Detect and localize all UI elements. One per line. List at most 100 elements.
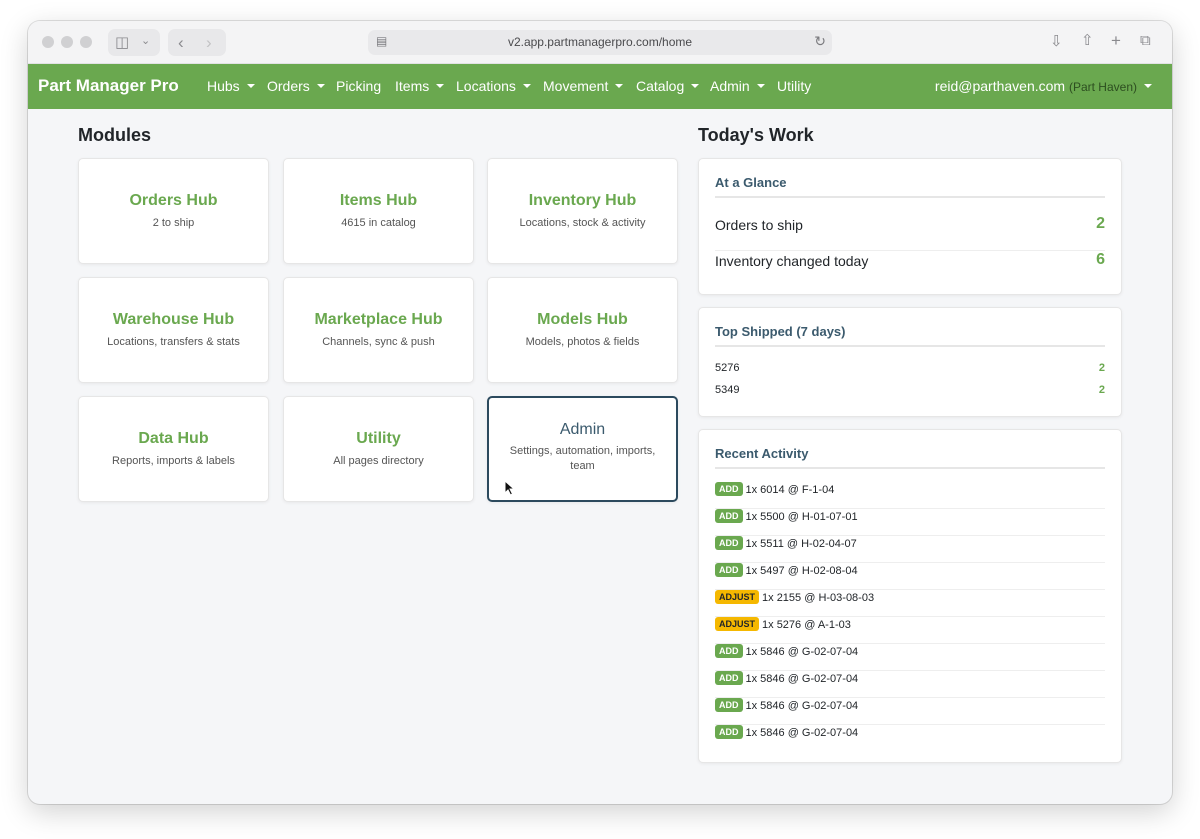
user-menu[interactable]: reid@parthaven.com (Part Haven)	[935, 78, 1152, 94]
module-title: Admin	[559, 421, 606, 438]
browser-toolbar: ◫ ⌄ ‹ › ▤ v2.app.partmanagerpro.com/home…	[28, 21, 1172, 64]
module-subtitle: Settings, automation, imports, team	[509, 445, 656, 472]
module-inventory-hub[interactable]: Inventory Hub Locations, stock & activit…	[487, 158, 678, 264]
share-icon[interactable]: ⇧	[1081, 33, 1094, 48]
shipped-item: 5276	[715, 362, 740, 374]
activity-row[interactable]: ADJUST 1x 5276 @ A-1-03	[715, 617, 1105, 644]
module-title: Marketplace Hub	[314, 311, 443, 328]
nav-locations[interactable]: Locations	[456, 78, 531, 94]
glance-row-orders[interactable]: Orders to ship 2	[715, 215, 1105, 251]
shipped-item: 5349	[715, 384, 740, 396]
module-data-hub[interactable]: Data Hub Reports, imports & labels	[78, 396, 269, 502]
module-subtitle: Reports, imports & labels	[112, 455, 235, 467]
address-bar[interactable]: ▤ v2.app.partmanagerpro.com/home ↻	[368, 30, 832, 55]
caret-down-icon	[756, 84, 765, 88]
minimize-window-button[interactable]	[61, 36, 73, 48]
module-title: Inventory Hub	[528, 192, 637, 209]
todays-work-heading: Today's Work	[698, 125, 814, 145]
module-utility[interactable]: Utility All pages directory	[283, 396, 474, 502]
caret-down-icon	[1144, 84, 1152, 88]
caret-down-icon	[522, 84, 531, 88]
nav-catalog-label: Catalog	[636, 78, 685, 94]
activity-text: 1x 5846 @ G-02-07-04	[745, 727, 859, 739]
glance-value: 2	[1096, 215, 1105, 232]
glance-row-inventory[interactable]: Inventory changed today 6	[715, 251, 1105, 287]
app-navbar: Part Manager Pro Hubs Orders Picking Ite…	[28, 64, 1172, 109]
module-orders-hub[interactable]: Orders Hub 2 to ship	[78, 158, 269, 264]
nav-items[interactable]: Items	[395, 78, 445, 94]
module-marketplace-hub[interactable]: Marketplace Hub Channels, sync & push	[283, 277, 474, 383]
caret-down-icon	[691, 84, 700, 88]
at-a-glance-card: At a Glance Orders to ship 2 Inventory c…	[698, 158, 1122, 295]
reload-icon[interactable]: ↻	[814, 33, 826, 50]
activity-row[interactable]: ADD 1x 5500 @ H-01-07-01	[715, 509, 1105, 536]
add-badge: ADD	[715, 725, 743, 739]
module-subtitle: Channels, sync & push	[322, 336, 435, 348]
add-badge: ADD	[715, 698, 743, 712]
add-badge: ADD	[715, 671, 743, 685]
caret-down-icon	[316, 84, 325, 88]
nav-catalog[interactable]: Catalog	[636, 78, 700, 94]
tab-overview-icon[interactable]: ⧉	[1140, 33, 1151, 48]
activity-text: 1x 5846 @ G-02-07-04	[745, 700, 859, 712]
forward-icon[interactable]: ›	[206, 34, 212, 51]
top-shipped-row[interactable]: 5276 2	[715, 362, 1105, 374]
module-items-hub[interactable]: Items Hub 4615 in catalog	[283, 158, 474, 264]
top-shipped-card: Top Shipped (7 days) 5276 2 5349 2	[698, 307, 1122, 417]
nav-movement-label: Movement	[543, 78, 609, 94]
nav-picking[interactable]: Picking	[336, 78, 381, 94]
nav-orders[interactable]: Orders	[267, 78, 325, 94]
address-url: v2.app.partmanagerpro.com/home	[507, 35, 693, 49]
activity-row[interactable]: ADD 1x 5846 @ G-02-07-04	[715, 671, 1105, 698]
sidebar-icon[interactable]: ◫	[115, 35, 129, 50]
module-title: Orders Hub	[129, 192, 218, 209]
activity-row[interactable]: ADJUST 1x 2155 @ H-03-08-03	[715, 590, 1105, 617]
nav-hubs[interactable]: Hubs	[207, 78, 255, 94]
caret-down-icon	[436, 84, 445, 88]
activity-row[interactable]: ADD 1x 5846 @ G-02-07-04	[715, 725, 1105, 752]
add-badge: ADD	[715, 536, 743, 550]
module-subtitle: Locations, transfers & stats	[107, 336, 240, 348]
nav-utility[interactable]: Utility	[777, 78, 811, 94]
module-subtitle: All pages directory	[333, 455, 424, 467]
activity-row[interactable]: ADD 1x 5511 @ H-02-04-07	[715, 536, 1105, 563]
add-badge: ADD	[715, 644, 743, 658]
glance-label: Orders to ship	[715, 217, 803, 233]
module-subtitle: 4615 in catalog	[341, 217, 416, 229]
shipped-count: 2	[1098, 384, 1105, 396]
module-warehouse-hub[interactable]: Warehouse Hub Locations, transfers & sta…	[78, 277, 269, 383]
nav-admin[interactable]: Admin	[710, 78, 765, 94]
zoom-window-button[interactable]	[80, 36, 92, 48]
close-window-button[interactable]	[42, 36, 54, 48]
activity-row[interactable]: ADD 1x 5846 @ G-02-07-04	[715, 698, 1105, 725]
nav-picking-label: Picking	[336, 78, 382, 94]
modules-heading: Modules	[78, 125, 152, 145]
activity-row[interactable]: ADD 1x 6014 @ F-1-04	[715, 482, 1105, 509]
activity-text: 1x 6014 @ F-1-04	[745, 484, 835, 496]
module-subtitle: Models, photos & fields	[525, 336, 640, 348]
activity-text: 1x 5276 @ A-1-03	[762, 619, 851, 631]
nav-locations-label: Locations	[456, 78, 516, 94]
card-title: Recent Activity	[715, 446, 1105, 469]
module-title: Warehouse Hub	[112, 311, 235, 328]
glance-value: 6	[1096, 251, 1105, 268]
new-tab-icon[interactable]: +	[1111, 32, 1121, 49]
downloads-icon[interactable]: ⇩	[1050, 34, 1063, 49]
module-title: Items Hub	[339, 192, 418, 209]
top-shipped-row[interactable]: 5349 2	[715, 384, 1105, 396]
sidebar-toggle-group: ◫ ⌄	[108, 29, 160, 56]
activity-row[interactable]: ADD 1x 5497 @ H-02-08-04	[715, 563, 1105, 590]
brand-logo[interactable]: Part Manager Pro	[38, 76, 179, 96]
caret-down-icon	[246, 84, 255, 88]
card-title: At a Glance	[715, 175, 1105, 198]
add-badge: ADD	[715, 509, 743, 523]
nav-admin-label: Admin	[710, 78, 750, 94]
nav-items-label: Items	[395, 78, 430, 94]
nav-movement[interactable]: Movement	[543, 78, 624, 94]
module-title: Utility	[356, 430, 401, 447]
back-icon[interactable]: ‹	[178, 34, 184, 51]
user-tenant: (Part Haven)	[1068, 80, 1137, 94]
module-models-hub[interactable]: Models Hub Models, photos & fields	[487, 277, 678, 383]
chevron-down-icon[interactable]: ⌄	[141, 36, 150, 47]
activity-row[interactable]: ADD 1x 5846 @ G-02-07-04	[715, 644, 1105, 671]
